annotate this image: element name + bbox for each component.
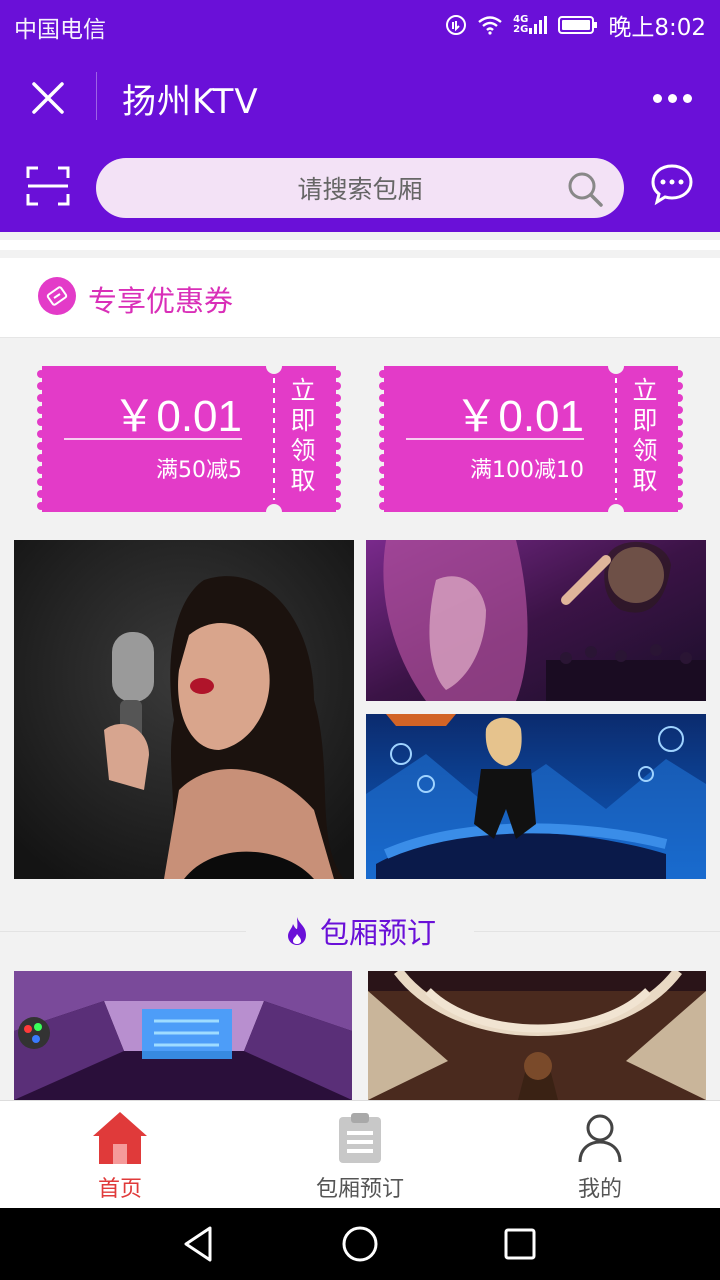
message-button[interactable] (650, 162, 694, 206)
cell-signal-icon: 4G 2G (513, 15, 548, 35)
page-title: 扬州KTV (122, 82, 259, 122)
network-type-secondary: 2G (513, 24, 529, 35)
search-row: 请搜索包厢 (0, 146, 720, 232)
home-icon (90, 1109, 150, 1167)
back-icon[interactable] (178, 1222, 222, 1266)
coupon-condition: 满50减5 (156, 458, 242, 483)
coupon-amount: ￥0.01 (454, 392, 584, 441)
clipboard-icon (330, 1109, 390, 1167)
room-card[interactable] (368, 971, 706, 1100)
nav-item-mine[interactable]: 我的 (480, 1101, 720, 1209)
coupon-section-title: 专享优惠券 (88, 284, 234, 318)
promo-banner-stage[interactable] (366, 714, 706, 879)
coupon-amount: ￥0.01 (112, 392, 242, 441)
room-card[interactable] (14, 971, 352, 1100)
coupon-section-header: 专享优惠券 (0, 258, 720, 338)
status-bar: 中国电信 4G 2G 晚上8:02 (0, 0, 720, 50)
system-nav-bar (0, 1208, 720, 1280)
promo-banner-singer[interactable] (14, 540, 354, 879)
title-divider (96, 72, 97, 120)
ticket-icon (38, 277, 76, 315)
room-section-header: 包厢预订 (0, 900, 720, 962)
scan-icon (26, 166, 70, 206)
room-image-purple (14, 971, 352, 1100)
party-image (366, 540, 706, 701)
close-button[interactable] (22, 72, 74, 124)
status-icons: 4G 2G 晚上8:02 (445, 8, 706, 42)
bottom-nav: 首页 包厢预订 我的 (0, 1100, 720, 1208)
more-dot-icon (652, 93, 662, 103)
section-rule-left (0, 931, 246, 932)
search-input[interactable]: 请搜索包厢 (96, 158, 624, 218)
home-circle-icon[interactable] (338, 1222, 382, 1266)
nav-item-room-booking[interactable]: 包厢预订 (240, 1101, 480, 1209)
chat-bubble-icon (651, 164, 693, 206)
user-icon (570, 1109, 630, 1167)
coupon-card[interactable]: ￥0.01 满50减5 立即领取 (36, 366, 342, 512)
recents-icon[interactable] (498, 1222, 542, 1266)
nav-item-home[interactable]: 首页 (0, 1101, 240, 1209)
data-saver-icon (445, 14, 467, 36)
coupon-card[interactable]: ￥0.01 满100减10 立即领取 (378, 366, 684, 512)
more-dot-icon (667, 93, 677, 103)
search-icon[interactable] (566, 170, 604, 208)
claim-coupon-button[interactable]: 立即领取 (286, 376, 320, 496)
more-options-button[interactable] (650, 80, 694, 116)
nav-label-home: 首页 (97, 1177, 142, 1202)
search-placeholder: 请搜索包厢 (297, 175, 423, 204)
coupon-condition: 满100减10 (470, 458, 584, 483)
carrier-name: 中国电信 (14, 17, 106, 43)
promo-banner-party[interactable] (366, 540, 706, 701)
stage-image (366, 714, 706, 879)
nav-label-room-booking: 包厢预订 (315, 1177, 404, 1202)
nav-label-mine: 我的 (577, 1177, 622, 1202)
clock: 晚上8:02 (608, 15, 706, 41)
claim-coupon-button[interactable]: 立即领取 (628, 376, 662, 496)
title-bar: 扬州KTV (0, 50, 720, 146)
room-image-gold (368, 971, 706, 1100)
more-dot-icon (682, 93, 692, 103)
room-section-title: 包厢预订 (319, 916, 436, 950)
fire-icon (287, 917, 306, 945)
header-strip (0, 240, 720, 250)
coupon-divider (64, 438, 242, 440)
battery-icon (558, 15, 598, 35)
scan-button[interactable] (26, 166, 70, 206)
wifi-icon (477, 15, 503, 35)
close-icon (32, 82, 64, 114)
section-rule-right (474, 931, 720, 932)
singer-image (14, 540, 354, 879)
coupon-divider (406, 438, 584, 440)
